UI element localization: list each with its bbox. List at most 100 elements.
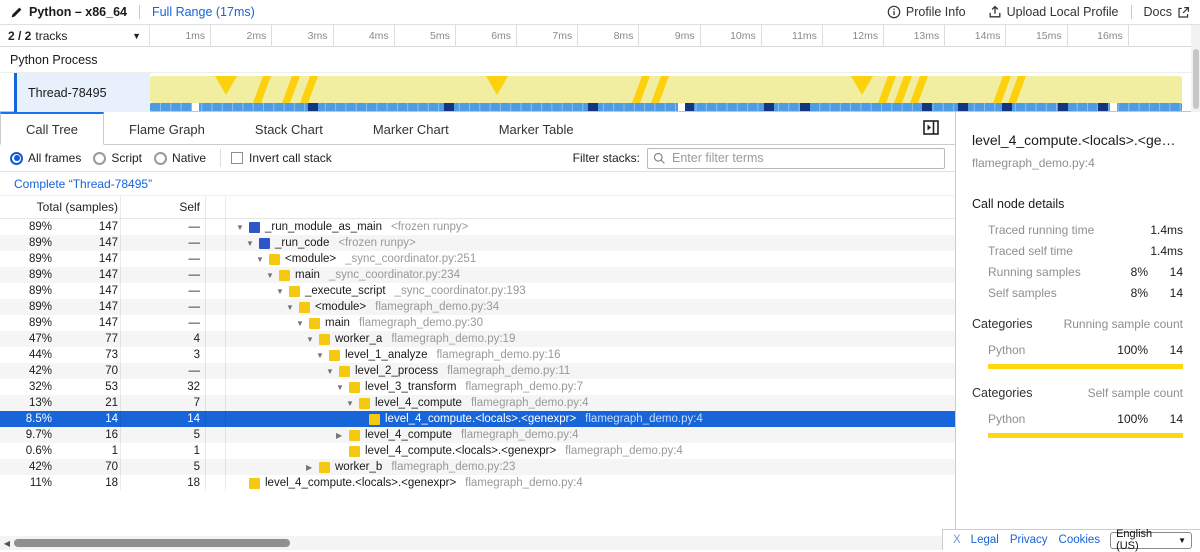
row-total-samples: 147	[52, 253, 118, 265]
vertical-scroll-thumb[interactable]	[1193, 49, 1199, 109]
twisty-open-icon[interactable]: ▼	[326, 367, 339, 376]
call-tree-row[interactable]: 44%733▼level_1_analyzeflamegraph_demo.py…	[0, 347, 955, 363]
tab-marker-chart[interactable]: Marker Chart	[348, 112, 474, 144]
footer-link-legal[interactable]: Legal	[971, 534, 999, 546]
full-range-link[interactable]: Full Range (17ms)	[152, 5, 255, 19]
twisty-open-icon[interactable]: ▼	[256, 255, 269, 264]
language-select[interactable]: English (US) ▼	[1110, 532, 1192, 549]
twisty-open-icon[interactable]: ▼	[316, 351, 329, 360]
twisty-closed-icon[interactable]: ▶	[306, 463, 319, 472]
invert-call-stack-checkbox[interactable]	[231, 152, 243, 164]
function-file: flamegraph_demo.py:30	[359, 317, 483, 329]
radio-script[interactable]	[93, 152, 106, 165]
open-sidebar-icon[interactable]	[923, 120, 939, 135]
ruler-tick: 4ms	[334, 25, 395, 47]
footer-close-link[interactable]: X	[953, 534, 961, 546]
timeline-ruler[interactable]: 1ms2ms3ms4ms5ms6ms7ms8ms9ms10ms11ms12ms1…	[150, 25, 1190, 47]
row-self-samples: 4	[118, 333, 200, 345]
docs-button[interactable]: Docs	[1144, 5, 1190, 19]
ruler-tick: 11ms	[762, 25, 823, 47]
call-tree-row[interactable]: 89%147—▼<module>flamegraph_demo.py:34	[0, 299, 955, 315]
horizontal-scrollbar[interactable]: ◀	[0, 536, 955, 550]
column-header-total[interactable]: Total (samples)	[0, 200, 118, 214]
tab-stack-chart[interactable]: Stack Chart	[230, 112, 348, 144]
radio-all-frames[interactable]	[10, 152, 23, 165]
thread-track[interactable]: Thread-78495	[0, 73, 1200, 112]
profile-title: Python – x86_64	[29, 5, 127, 19]
call-tree-row[interactable]: 42%70—▼level_2_processflamegraph_demo.py…	[0, 363, 955, 379]
external-link-icon	[1177, 6, 1190, 19]
breadcrumb-row: Complete “Thread-78495”	[0, 172, 955, 196]
filter-box	[647, 148, 945, 169]
filter-stacks-input[interactable]	[647, 148, 945, 169]
row-total-samples: 70	[52, 365, 118, 377]
call-tree-row[interactable]: 89%147—▼_run_module_as_main<frozen runpy…	[0, 219, 955, 235]
column-divider[interactable]	[205, 196, 206, 491]
radio-label[interactable]: Native	[172, 151, 206, 165]
call-tree-row[interactable]: 11%1818level_4_compute.<locals>.<genexpr…	[0, 475, 955, 491]
footer-link-privacy[interactable]: Privacy	[1010, 534, 1048, 546]
radio-label[interactable]: Script	[111, 151, 142, 165]
footer-link-cookies[interactable]: Cookies	[1059, 534, 1101, 546]
column-divider[interactable]	[225, 196, 226, 491]
invert-call-stack-label[interactable]: Invert call stack	[249, 151, 332, 165]
twisty-open-icon[interactable]: ▼	[236, 223, 249, 232]
function-file: flamegraph_demo.py:4	[471, 397, 589, 409]
call-tree-row[interactable]: 8.5%1414level_4_compute.<locals>.<genexp…	[0, 411, 955, 427]
call-tree-row[interactable]: 89%147—▼_execute_script_sync_coordinator…	[0, 283, 955, 299]
call-tree-row[interactable]: 42%705▶worker_bflamegraph_demo.py:23	[0, 459, 955, 475]
tracks-dropdown[interactable]: 2 / 2 tracks ▼	[0, 25, 150, 47]
gc-sample-segment	[1002, 103, 1012, 111]
call-tree-row[interactable]: 89%147—▼<module>_sync_coordinator.py:251	[0, 251, 955, 267]
twisty-open-icon[interactable]: ▼	[286, 303, 299, 312]
twisty-open-icon[interactable]: ▼	[336, 383, 349, 392]
twisty-open-icon[interactable]: ▼	[266, 271, 279, 280]
column-divider[interactable]	[120, 196, 121, 491]
thread-track-label[interactable]: Thread-78495	[14, 73, 150, 112]
call-node-sidebar: level_4_compute.<locals>.<genexpr> flame…	[955, 112, 1200, 550]
radio-native[interactable]	[154, 152, 167, 165]
thread-activity-graph[interactable]	[150, 73, 1182, 112]
call-tree-row[interactable]: 89%147—▼mainflamegraph_demo.py:30	[0, 315, 955, 331]
call-tree-row[interactable]: 89%147—▼_run_code<frozen runpy>	[0, 235, 955, 251]
ruler-tick: 6ms	[456, 25, 517, 47]
twisty-open-icon[interactable]: ▼	[276, 287, 289, 296]
column-header-self[interactable]: Self	[118, 200, 200, 214]
call-tree-row[interactable]: 13%217▼level_4_computeflamegraph_demo.py…	[0, 395, 955, 411]
row-self-samples: —	[118, 317, 200, 329]
call-tree-row[interactable]: 32%5332▼level_3_transformflamegraph_demo…	[0, 379, 955, 395]
category-square-icon	[249, 222, 260, 233]
tab-call-tree[interactable]: Call Tree	[0, 112, 104, 145]
profile-info-button[interactable]: Profile Info	[887, 5, 966, 19]
twisty-open-icon[interactable]: ▼	[296, 319, 309, 328]
twisty-open-icon[interactable]: ▼	[246, 239, 259, 248]
scroll-left-arrow-icon[interactable]: ◀	[0, 539, 14, 548]
function-name: level_1_analyze	[345, 349, 427, 361]
row-total-percent: 89%	[0, 301, 52, 313]
call-tree-row[interactable]: 0.6%11level_4_compute.<locals>.<genexpr>…	[0, 443, 955, 459]
call-tree-row[interactable]: 9.7%165▶level_4_computeflamegraph_demo.p…	[0, 427, 955, 443]
tracks-vertical-scrollbar[interactable]	[1191, 25, 1200, 112]
tab-flame-graph[interactable]: Flame Graph	[104, 112, 230, 144]
twisty-closed-icon[interactable]: ▶	[336, 431, 349, 440]
twisty-open-icon[interactable]: ▼	[346, 399, 359, 408]
call-tree-row[interactable]: 89%147—▼main_sync_coordinator.py:234	[0, 267, 955, 283]
row-self-samples: 7	[118, 397, 200, 409]
upload-profile-button[interactable]: Upload Local Profile	[988, 5, 1119, 19]
category-square-icon	[349, 446, 360, 457]
search-icon	[653, 152, 666, 165]
call-tree-row[interactable]: 47%774▼worker_aflamegraph_demo.py:19	[0, 331, 955, 347]
row-total-percent: 9.7%	[0, 429, 52, 441]
edit-pencil-icon[interactable]	[10, 6, 23, 19]
tab-marker-table[interactable]: Marker Table	[474, 112, 599, 144]
function-name: level_4_compute.<locals>.<genexpr>	[265, 477, 456, 489]
radio-label[interactable]: All frames	[28, 151, 81, 165]
twisty-open-icon[interactable]: ▼	[306, 335, 319, 344]
horizontal-scroll-thumb[interactable]	[14, 539, 290, 547]
ruler-tick: 8ms	[578, 25, 639, 47]
row-self-samples: 14	[118, 413, 200, 425]
breadcrumb-complete-thread[interactable]: Complete “Thread-78495”	[14, 177, 152, 191]
row-total-percent: 42%	[0, 365, 52, 377]
process-track-header[interactable]: Python Process	[0, 47, 1200, 73]
category-square-icon	[289, 286, 300, 297]
